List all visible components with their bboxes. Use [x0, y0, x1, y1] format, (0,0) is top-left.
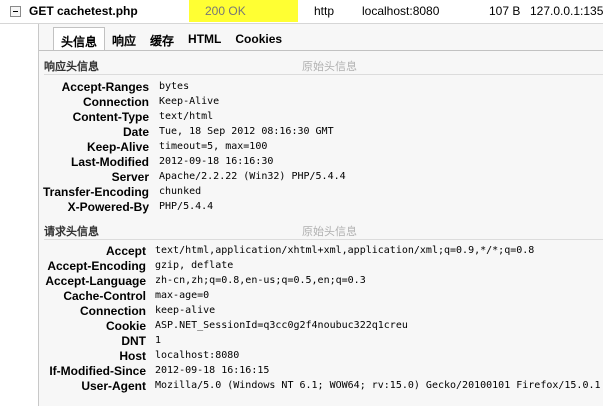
tab-cookies[interactable]: Cookies — [228, 27, 289, 51]
header-row: Accept-Ranges bytes — [39, 80, 603, 95]
header-row: X-Powered-By PHP/5.4.4 — [39, 200, 603, 215]
header-key: Cache-Control — [63, 289, 146, 303]
header-row: Transfer-Encoding chunked — [39, 185, 603, 200]
header-row: Accept-Language zh-cn,zh;q=0.8,en-us;q=0.… — [39, 274, 603, 289]
header-key: Accept-Ranges — [61, 80, 149, 94]
header-value: PHP/5.4.4 — [159, 201, 214, 212]
request-headers-heading: 请求头信息 — [44, 225, 99, 238]
header-key: Cookie — [105, 319, 146, 333]
header-value: ASP.NET_SessionId=q3cc0g2f4noubuc322q1cr… — [155, 320, 408, 331]
header-key: X-Powered-By — [67, 200, 149, 214]
header-value: text/html — [159, 111, 214, 122]
response-raw-headers-link[interactable]: 原始头信息 — [302, 58, 357, 74]
response-size: 107 B — [489, 4, 521, 18]
header-row: Content-Type text/html — [39, 110, 603, 125]
section-divider — [44, 74, 603, 75]
header-row: Accept text/html,application/xhtml+xml,ap… — [39, 244, 603, 259]
header-value: text/html,application/xhtml+xml,applicat… — [155, 245, 535, 256]
header-key: Transfer-Encoding — [42, 185, 149, 199]
header-value: 2012-09-18 16:16:30 — [159, 156, 274, 167]
header-key: Date — [122, 125, 149, 139]
header-row: Cache-Control max-age=0 — [39, 289, 603, 304]
collapse-toggle-icon[interactable] — [10, 6, 21, 17]
header-row: User-Agent Mozilla/5.0 (Windows NT 6.1; W… — [39, 379, 603, 394]
header-key: Server — [111, 170, 149, 184]
header-row: Host localhost:8080 — [39, 349, 603, 364]
request-raw-headers-link[interactable]: 原始头信息 — [302, 223, 357, 239]
header-key: Connection — [83, 95, 149, 109]
header-key: Host — [119, 349, 146, 363]
header-value: bytes — [159, 81, 190, 92]
header-key: Accept-Language — [45, 274, 146, 288]
header-row: Connection Keep-Alive — [39, 95, 603, 110]
header-key: DNT — [121, 334, 146, 348]
header-value: timeout=5, max=100 — [159, 141, 268, 152]
response-headers-heading: 响应头信息 — [44, 60, 99, 73]
header-value: Keep-Alive — [159, 96, 220, 107]
header-value: gzip, deflate — [155, 260, 234, 271]
header-row: Keep-Alive timeout=5, max=100 — [39, 140, 603, 155]
request-scheme: http — [314, 4, 335, 18]
tab-headers[interactable]: 头信息 — [53, 27, 106, 51]
header-value: localhost:8080 — [155, 350, 240, 361]
header-value: zh-cn,zh;q=0.8,en-us;q=0.5,en;q=0.3 — [155, 275, 366, 286]
tab-response[interactable]: 响应 — [105, 27, 143, 51]
header-value: 2012-09-18 16:16:15 — [155, 365, 270, 376]
header-key: If-Modified-Since — [49, 364, 146, 378]
tab-html[interactable]: HTML — [181, 27, 228, 51]
header-value: keep-alive — [155, 305, 216, 316]
header-key: Connection — [80, 304, 146, 318]
header-key: Content-Type — [72, 110, 149, 124]
request-method-url[interactable]: GET cachetest.php — [29, 4, 138, 18]
header-row: Cookie ASP.NET_SessionId=q3cc0g2f4noubuc3… — [39, 319, 603, 334]
tab-cache[interactable]: 缓存 — [143, 27, 181, 51]
header-row: Date Tue, 18 Sep 2012 08:16:30 GMT — [39, 125, 603, 140]
header-row: DNT 1 — [39, 334, 603, 349]
header-value: Apache/2.2.22 (Win32) PHP/5.4.4 — [159, 171, 346, 182]
request-host: localhost:8080 — [362, 4, 440, 18]
header-key: Keep-Alive — [86, 140, 149, 154]
header-key: Accept — [105, 244, 146, 258]
header-row: Accept-Encoding gzip, deflate — [39, 259, 603, 274]
status-code: 200 OK — [205, 4, 246, 18]
header-row: If-Modified-Since 2012-09-18 16:16:15 — [39, 364, 603, 379]
request-details-panel: 头信息 响应 缓存 HTML Cookies 响应头信息 原始头信息 Accep… — [38, 24, 603, 406]
header-row: Server Apache/2.2.22 (Win32) PHP/5.4.4 — [39, 170, 603, 185]
tab-divider — [39, 50, 603, 51]
header-key: User-Agent — [81, 379, 146, 393]
header-value: max-age=0 — [155, 290, 210, 301]
header-value: Mozilla/5.0 (Windows NT 6.1; WOW64; rv:1… — [155, 380, 601, 391]
header-value: chunked — [159, 186, 202, 197]
detail-tabs: 头信息 响应 缓存 HTML Cookies — [53, 27, 289, 51]
header-value: 1 — [155, 335, 162, 346]
header-row: Last-Modified 2012-09-18 16:16:30 — [39, 155, 603, 170]
section-divider — [44, 239, 603, 240]
request-row[interactable]: GET cachetest.php 200 OK http localhost:… — [0, 0, 603, 24]
header-key: Last-Modified — [71, 155, 149, 169]
header-row: Connection keep-alive — [39, 304, 603, 319]
remote-ip: 127.0.0.1:1356 — [530, 4, 603, 18]
header-value: Tue, 18 Sep 2012 08:16:30 GMT — [159, 126, 334, 137]
header-key: Accept-Encoding — [47, 259, 146, 273]
